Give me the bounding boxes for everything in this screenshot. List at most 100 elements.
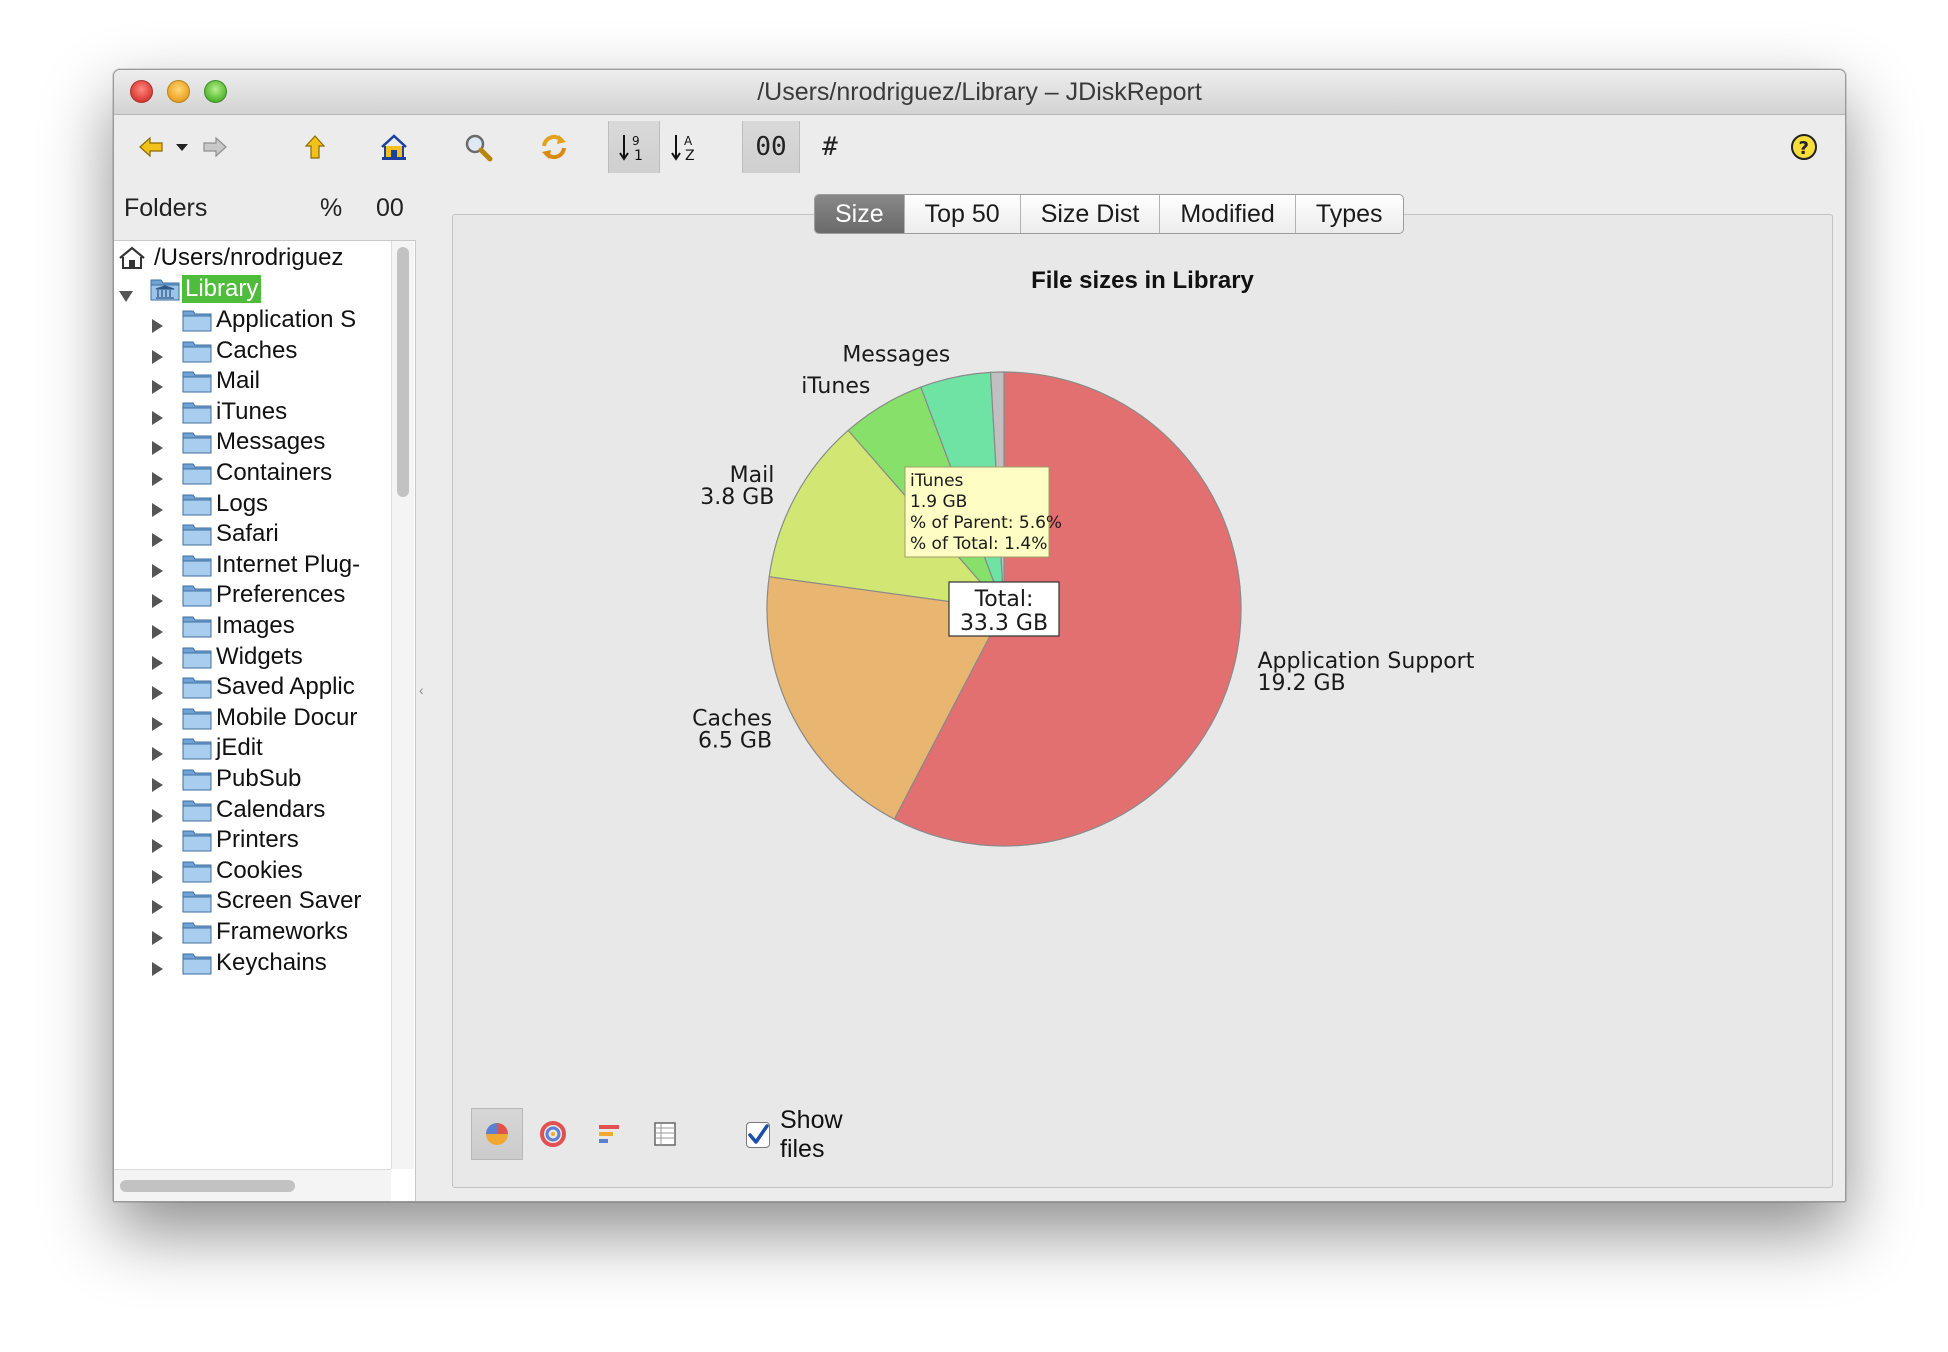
show-files-label: Show files — [780, 1106, 843, 1163]
folder-icon — [182, 766, 212, 799]
collapsed-arrow-icon[interactable] — [150, 741, 164, 769]
folder-icon — [182, 552, 212, 585]
back-icon[interactable] — [134, 127, 168, 167]
collapsed-arrow-icon[interactable] — [150, 925, 164, 953]
home-icon[interactable] — [376, 127, 412, 167]
collapsed-arrow-icon[interactable] — [150, 650, 164, 678]
collapsed-arrow-icon[interactable] — [150, 956, 164, 984]
tree-row-label: Safari — [216, 520, 279, 548]
collapsed-arrow-icon[interactable] — [150, 497, 164, 525]
total-value: 33.3 GB — [960, 611, 1048, 636]
folder-icon — [182, 827, 212, 860]
tree-row-label: Printers — [216, 826, 299, 854]
folder-icon — [182, 582, 212, 615]
tree-row-label: Screen Saver — [216, 887, 362, 915]
library-folder-icon — [150, 276, 180, 309]
sort-by-size-icon[interactable]: 91 — [608, 121, 660, 173]
slice-value-mail: 3.8 GB — [700, 485, 774, 510]
folder-icon — [182, 705, 212, 738]
tree-row-label: Containers — [216, 459, 333, 486]
tree-row-label: jEdit — [216, 734, 263, 762]
tree-row-label: Cookies — [216, 856, 303, 884]
tree-vertical-scrollbar[interactable] — [391, 241, 414, 1169]
title-bar: /Users/nrodriguez/Library – JDiskReport — [114, 70, 1845, 115]
collapsed-arrow-icon[interactable] — [150, 374, 164, 402]
show-files-toggle[interactable]: Show files — [746, 1106, 845, 1163]
collapsed-arrow-icon[interactable] — [150, 313, 164, 341]
folder-icon — [182, 919, 212, 952]
chart-panel: Size Top 50 Size Dist Modified Types Fil… — [452, 194, 1833, 1188]
collapsed-arrow-icon[interactable] — [150, 344, 164, 372]
collapsed-arrow-icon[interactable] — [150, 527, 164, 555]
collapsed-arrow-icon[interactable] — [150, 833, 164, 861]
collapsed-arrow-icon[interactable] — [150, 711, 164, 739]
folder-icon — [182, 858, 212, 891]
tree-row-label: Messages — [216, 428, 326, 456]
history-dropdown-icon[interactable] — [170, 127, 194, 167]
tree-row-label: Keychains — [216, 948, 327, 976]
folder-icon — [182, 521, 212, 554]
table-icon[interactable] — [639, 1108, 691, 1160]
vertical-scroll-thumb[interactable] — [397, 247, 409, 497]
show-files-checkbox[interactable] — [746, 1122, 770, 1148]
refresh-icon[interactable] — [534, 127, 574, 167]
ring-chart-icon[interactable] — [527, 1108, 579, 1160]
folders-header: Folders % 00 — [124, 194, 410, 224]
folders-header-size[interactable]: 00 — [376, 194, 404, 223]
checkmark-icon — [748, 1124, 769, 1144]
collapsed-arrow-icon[interactable] — [150, 894, 164, 922]
split-pane-divider[interactable]: ‹ — [419, 682, 424, 698]
folders-header-percent[interactable]: % — [320, 194, 342, 223]
collapsed-arrow-icon[interactable] — [150, 803, 164, 831]
folders-pane: Folders % 00 /Users/nrodriguez Library A… — [114, 180, 416, 1201]
pie-chart-icon[interactable] — [471, 1108, 523, 1160]
folder-icon — [182, 888, 212, 921]
sort-by-name-icon[interactable]: AZ — [664, 127, 708, 167]
collapsed-arrow-icon[interactable] — [150, 864, 164, 892]
help-icon[interactable]: ? — [1786, 127, 1822, 167]
tree-row-label: iTunes — [216, 397, 288, 425]
up-icon[interactable] — [298, 127, 332, 167]
collapsed-arrow-icon[interactable] — [150, 466, 164, 494]
tree-horizontal-scrollbar[interactable] — [114, 1169, 391, 1201]
tree-root-label: /Users/nrodriguez — [154, 244, 344, 271]
window-title: /Users/nrodriguez/Library – JDiskReport — [757, 78, 1202, 106]
search-icon[interactable] — [460, 127, 496, 167]
tree-row-label: Caches — [216, 336, 298, 364]
total-label: Total: — [974, 587, 1034, 612]
pie-chart[interactable]: Application Support19.2 GBCaches6.5 GBMa… — [453, 215, 1832, 1095]
folder-icon — [182, 307, 212, 340]
collapsed-arrow-icon[interactable] — [150, 405, 164, 433]
toolbar: 91 AZ 00 # ? — [114, 115, 1845, 179]
folders-header-title: Folders — [124, 194, 208, 222]
collapsed-arrow-icon[interactable] — [150, 619, 164, 647]
folder-icon — [182, 674, 212, 707]
folder-icon — [182, 491, 212, 524]
folder-icon — [182, 735, 212, 768]
size-units-button[interactable]: 00 — [742, 121, 800, 173]
tree-row-label: Calendars — [216, 795, 326, 823]
tree-row-label: Preferences — [216, 581, 346, 609]
tree-row-label: Logs — [216, 489, 269, 517]
folder-icon — [182, 460, 212, 493]
file-count-button[interactable]: # — [810, 127, 850, 167]
tree-row-label: Mail — [216, 367, 261, 395]
forward-icon[interactable] — [198, 127, 232, 167]
folder-icon — [182, 797, 212, 830]
tree-row-label: Images — [216, 612, 295, 639]
horizontal-scroll-thumb[interactable] — [120, 1180, 295, 1192]
tree-row-label: Mobile Docur — [216, 703, 358, 731]
collapsed-arrow-icon[interactable] — [150, 680, 164, 708]
tree-row-label: Application S — [216, 306, 357, 333]
expanded-arrow-icon[interactable] — [118, 282, 134, 310]
svg-text:9: 9 — [632, 134, 640, 148]
collapsed-arrow-icon[interactable] — [150, 588, 164, 616]
tree-row-label: PubSub — [216, 765, 302, 792]
collapsed-arrow-icon[interactable] — [150, 558, 164, 586]
folder-tree: /Users/nrodriguez Library Application S C… — [114, 240, 416, 1201]
collapsed-arrow-icon[interactable] — [150, 772, 164, 800]
bar-chart-icon[interactable] — [583, 1108, 635, 1160]
collapsed-arrow-icon[interactable] — [150, 435, 164, 463]
tooltip-total-percent: % of Total: 1.4% — [910, 534, 1047, 554]
size-units-label: 00 — [755, 132, 787, 162]
